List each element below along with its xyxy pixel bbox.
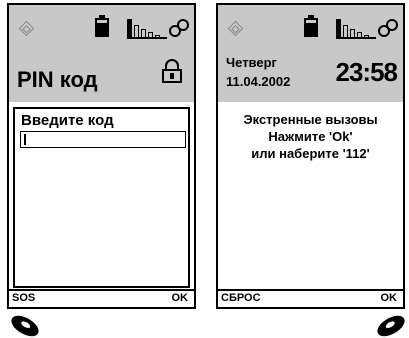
end-call-handset-icon	[8, 311, 42, 338]
sos-softkey[interactable]: SOS	[12, 292, 35, 304]
page-title: PIN код	[17, 67, 98, 92]
reset-softkey[interactable]: СБРОС	[221, 292, 261, 304]
network-icon	[169, 19, 189, 37]
pin-prompt-label: Введите код	[21, 112, 114, 129]
network-icon	[378, 19, 398, 37]
idle-header: Четверг 11.04.2002 23:58	[218, 5, 403, 102]
text-caret	[24, 134, 26, 145]
emergency-line: Нажмите 'Ok'	[268, 129, 353, 144]
softkey-bar: СБРОС OK	[218, 289, 403, 307]
emergency-info: Экстренные вызовы Нажмите 'Ok' или набер…	[218, 111, 403, 162]
emergency-line: или наберите '112'	[251, 146, 370, 161]
signal-strength-icon	[127, 17, 167, 39]
emergency-line: Экстренные вызовы	[243, 112, 378, 127]
battery-icon	[304, 15, 318, 37]
softkey-bar: SOS OK	[9, 289, 194, 307]
ok-softkey[interactable]: OK	[381, 292, 398, 304]
pin-screen: PIN код Введите код SOS OK	[7, 3, 196, 309]
clock-time: 23:58	[335, 57, 398, 87]
battery-icon	[95, 15, 109, 37]
call-handset-icon	[374, 311, 408, 338]
date-label: 11.04.2002	[226, 74, 291, 89]
ok-softkey[interactable]: OK	[172, 292, 189, 304]
signal-strength-icon	[336, 17, 376, 39]
idle-screen: Четверг 11.04.2002 23:58 Экстренные вызо…	[216, 3, 405, 309]
signal-diamond-icon	[227, 20, 244, 37]
weekday-label: Четверг	[226, 55, 277, 70]
pin-header: PIN код	[9, 5, 194, 102]
pin-input[interactable]	[20, 131, 186, 148]
pin-entry-panel: Введите код	[13, 107, 190, 288]
lock-icon	[162, 59, 182, 83]
signal-diamond-icon	[18, 20, 35, 37]
